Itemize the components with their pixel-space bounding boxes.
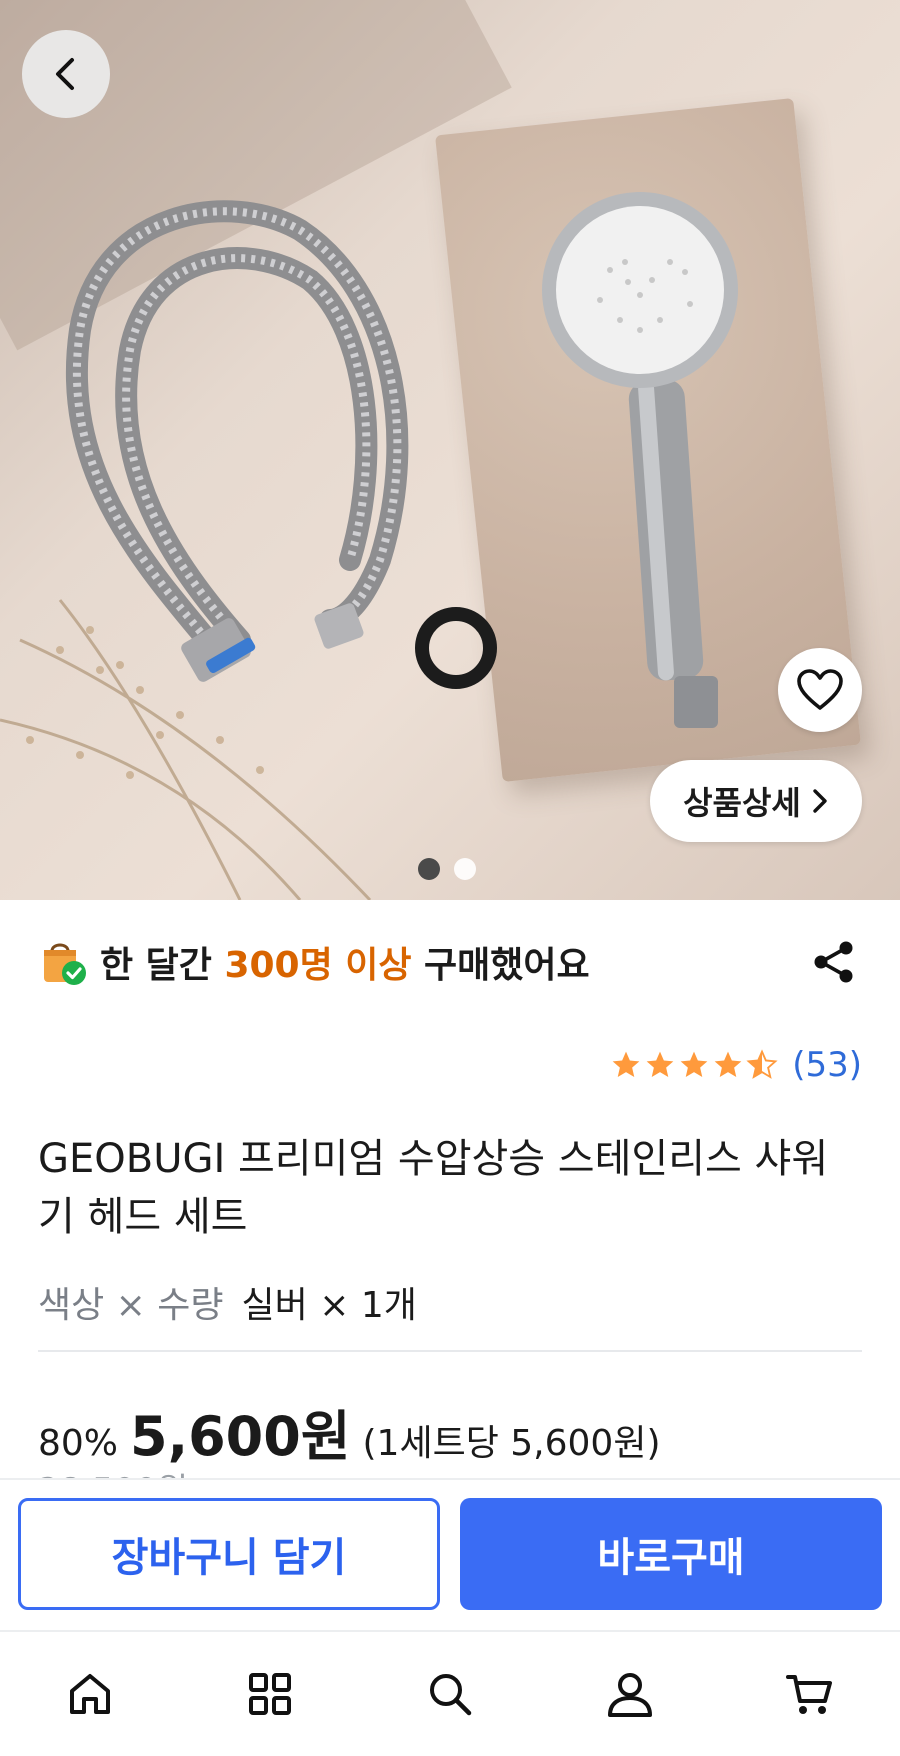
divider xyxy=(38,1350,862,1352)
pagination-dot-active[interactable] xyxy=(418,858,440,880)
chevron-left-icon xyxy=(56,58,74,90)
shopping-bag-check-icon xyxy=(44,943,86,985)
category-grid-icon xyxy=(249,1673,291,1715)
nav-home[interactable] xyxy=(45,1649,135,1739)
star-rating xyxy=(610,1049,778,1081)
search-icon xyxy=(430,1674,472,1716)
image-pagination[interactable] xyxy=(418,858,476,880)
home-icon xyxy=(70,1674,110,1714)
star-half-icon xyxy=(746,1049,778,1079)
option-value: 실버 × 1개 xyxy=(241,1285,417,1326)
product-title: GEOBUGI 프리미엄 수압상승 스테인리스 샤워기 헤드 세트 xyxy=(38,1136,829,1240)
review-count-link[interactable]: (53) xyxy=(792,1045,862,1085)
purchase-count-text: 한 달간 300명 이상 구매했어요 xyxy=(100,936,590,988)
purchase-suffix: 구매했어요 xyxy=(411,945,590,986)
purchase-action-bar: 장바구니 담기 바로구매 xyxy=(0,1478,900,1630)
nav-category[interactable] xyxy=(225,1649,315,1739)
product-detail-button[interactable]: 상품상세 xyxy=(650,760,862,842)
wishlist-button[interactable] xyxy=(778,648,862,732)
option-summary: 색상 × 수량 실버 × 1개 xyxy=(38,1276,417,1328)
share-icon xyxy=(814,941,853,983)
heart-outline-icon xyxy=(797,669,843,710)
option-label: 색상 × 수량 xyxy=(38,1285,224,1326)
buy-now-button[interactable]: 바로구매 xyxy=(460,1498,882,1610)
nav-cart[interactable] xyxy=(765,1649,855,1739)
star-full-icon xyxy=(680,1051,708,1077)
purchase-prefix: 한 달간 xyxy=(100,945,225,986)
star-full-icon xyxy=(646,1051,674,1077)
nav-search[interactable] xyxy=(405,1649,495,1739)
add-to-cart-button[interactable]: 장바구니 담기 xyxy=(18,1498,440,1610)
product-detail-label: 상품상세 xyxy=(683,784,801,822)
chevron-right-icon xyxy=(813,789,827,813)
nav-my-page[interactable] xyxy=(585,1649,675,1739)
pagination-dot[interactable] xyxy=(454,858,476,880)
sale-price: 5,600원 xyxy=(130,1405,351,1468)
share-button[interactable] xyxy=(806,934,862,990)
unit-price: (1세트당 5,600원) xyxy=(362,1423,661,1464)
star-full-icon xyxy=(612,1051,640,1077)
back-button[interactable] xyxy=(22,30,110,118)
purchase-highlight: 300명 이상 xyxy=(224,945,412,986)
user-icon xyxy=(608,1673,652,1717)
product-image[interactable]: 상품상세 xyxy=(0,0,900,900)
purchase-count-row: 한 달간 300명 이상 구매했어요 xyxy=(38,930,862,994)
cart-icon xyxy=(786,1675,832,1714)
price-row: 80% 5,600원 (1세트당 5,600원) xyxy=(38,1392,661,1471)
rating-summary[interactable]: (53) xyxy=(610,1045,862,1085)
discount-rate: 80% xyxy=(38,1423,119,1464)
star-full-icon xyxy=(714,1051,742,1077)
bottom-navigation xyxy=(0,1630,900,1756)
